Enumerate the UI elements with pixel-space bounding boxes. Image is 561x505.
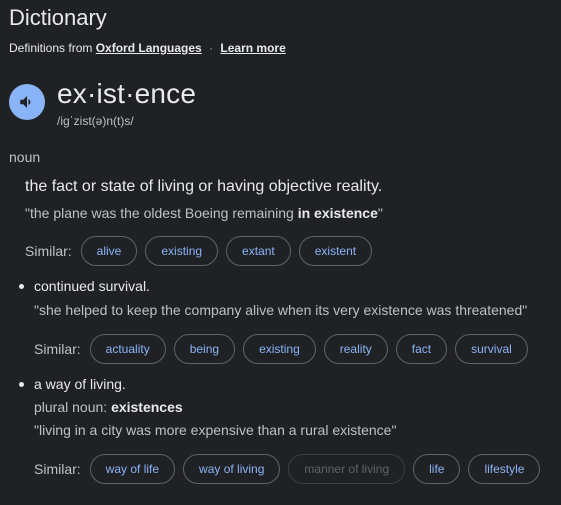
plural-value: existences (111, 399, 183, 415)
similar-chip-manner-of-living: manner of living (288, 454, 406, 484)
similar-chip-way-of-living[interactable]: way of living (183, 454, 281, 484)
dictionary-title: Dictionary (9, 5, 107, 30)
similar-chip-existing[interactable]: existing (145, 236, 219, 266)
source-line: Definitions from Oxford Languages · Lear… (9, 41, 286, 55)
example-1-text: "the plane was the oldest Boeing remaini… (25, 205, 298, 221)
bullet (19, 284, 24, 289)
headword: ex·ist·ence (57, 78, 197, 109)
similar-chip-life[interactable]: life (413, 454, 461, 484)
similar-row-2: Similar: actuality being existing realit… (34, 334, 536, 364)
similar-row-1: Similar: alive existing extant existent (25, 236, 380, 266)
similar-chip-actuality[interactable]: actuality (89, 334, 166, 364)
example-1-close: " (377, 205, 383, 221)
separator: · (209, 41, 214, 55)
plural-line: plural noun: existences (34, 399, 183, 415)
learn-more-link[interactable]: Learn more (220, 41, 285, 55)
similar-label: Similar: (25, 243, 72, 259)
similar-label: Similar: (34, 341, 81, 357)
similar-row-3: Similar: way of life way of living manne… (34, 454, 548, 484)
example-2: "she helped to keep the company alive wh… (34, 302, 528, 318)
plural-label: plural noun: (34, 399, 108, 415)
similar-label: Similar: (34, 461, 81, 477)
example-1-highlight: in existence (297, 205, 378, 221)
pronunciation-button[interactable] (9, 84, 45, 120)
volume-icon (20, 96, 31, 108)
example-3: "living in a city was more expensive tha… (34, 422, 397, 438)
source-prefix: Definitions from (9, 41, 93, 55)
similar-chip-way-of-life[interactable]: way of life (89, 454, 176, 484)
similar-chip-existent[interactable]: existent (298, 236, 373, 266)
phonetic: /iɡˈzist(ə)n(t)s/ (57, 114, 134, 128)
similar-chip-survival[interactable]: survival (455, 334, 528, 364)
similar-chip-extant[interactable]: extant (226, 236, 291, 266)
example-1: "the plane was the oldest Boeing remaini… (25, 205, 383, 221)
definition-3: a way of living. (34, 376, 126, 392)
oxford-languages-link[interactable]: Oxford Languages (96, 41, 202, 55)
similar-chip-fact[interactable]: fact (395, 334, 448, 364)
similar-chip-reality[interactable]: reality (323, 334, 388, 364)
similar-chip-alive[interactable]: alive (80, 236, 138, 266)
similar-chip-existing[interactable]: existing (243, 334, 316, 364)
definition-2: continued survival. (34, 278, 150, 294)
similar-chip-being[interactable]: being (173, 334, 236, 364)
part-of-speech: noun (9, 149, 41, 165)
similar-chip-lifestyle[interactable]: lifestyle (468, 454, 541, 484)
definition-1: the fact or state of living or having ob… (25, 178, 383, 195)
bullet (19, 382, 24, 387)
